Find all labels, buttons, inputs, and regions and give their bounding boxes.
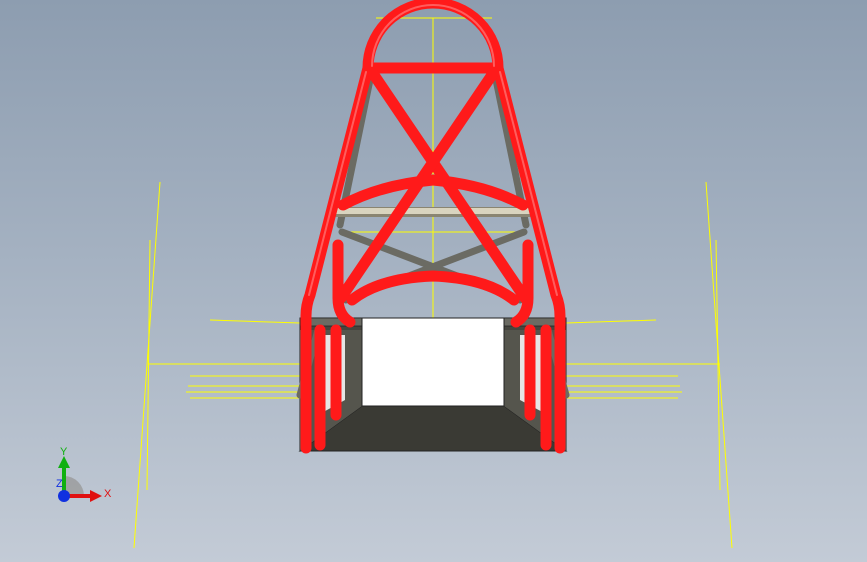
x-axis-label: X	[104, 488, 112, 500]
dot-icon	[58, 490, 70, 502]
arrow-right-icon	[90, 490, 102, 502]
seat-back-panel-face	[361, 317, 505, 407]
graphics-viewport[interactable]: Y X Z	[0, 0, 867, 562]
harness-crossbar[interactable]	[331, 207, 535, 217]
coordinate-triad[interactable]: Y X Z	[56, 446, 112, 502]
roll-cage-model-view[interactable]: Y X Z	[0, 0, 867, 562]
sketch-reference-lines	[133, 17, 733, 549]
z-axis-label: Z	[56, 478, 63, 490]
y-axis-label: Y	[60, 446, 68, 458]
